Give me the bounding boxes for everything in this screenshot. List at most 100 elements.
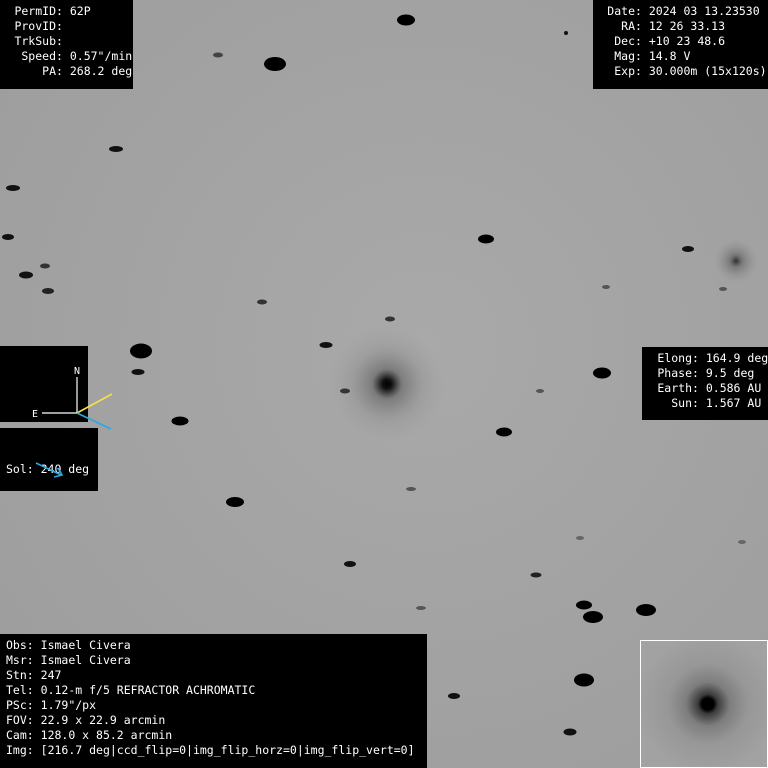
observation-panel: Obs: Ismael Civera Msr: Ismael Civera Stn:… — [0, 634, 427, 768]
star — [257, 299, 267, 305]
star — [6, 185, 20, 191]
info-value: 14.8 V — [648, 49, 691, 63]
info-separator: : — [692, 396, 706, 410]
info-key: Mag — [614, 49, 635, 63]
star — [719, 287, 727, 291]
star — [682, 246, 694, 252]
star — [319, 342, 333, 348]
info-key: Earth — [657, 381, 692, 395]
info-row: PSc: 1.79"/px — [6, 698, 421, 713]
star — [576, 536, 584, 540]
east-label: E — [32, 409, 38, 420]
star — [602, 285, 610, 289]
star — [130, 343, 152, 359]
info-row: TrkSub: — [6, 34, 127, 49]
info-key: Sun — [671, 396, 692, 410]
star — [636, 604, 656, 616]
compass-rose: N E — [32, 366, 113, 430]
compass-panel: N E — [0, 346, 113, 430]
info-value: 62P — [69, 4, 91, 18]
star — [496, 427, 512, 437]
info-key: Phase — [657, 366, 692, 380]
sol-arrow-shaft — [35, 462, 62, 476]
info-value: 1.567 AU — [705, 396, 762, 410]
star — [583, 611, 603, 623]
star — [576, 600, 592, 610]
star — [536, 389, 544, 393]
info-key: Speed — [21, 49, 56, 63]
info-value: 268.2 deg — [69, 64, 133, 78]
info-value: 30.000m (15x120s) — [648, 64, 767, 78]
info-row: Phase: 9.5 deg — [648, 366, 762, 381]
info-row: Date: 2024 03 13.23530 — [599, 4, 762, 19]
info-value: 0.586 AU — [705, 381, 762, 395]
info-key: TrkSub — [14, 34, 56, 48]
info-value: 247 — [40, 668, 62, 682]
info-key: ProvID — [14, 19, 56, 33]
info-value: 9.5 deg — [705, 366, 755, 380]
star — [397, 14, 415, 26]
info-value: 128.0 x 85.2 arcmin — [40, 728, 173, 742]
info-row: Tel: 0.12-m f/5 REFRACTOR ACHROMATIC — [6, 683, 421, 698]
info-row: Stn: 247 — [6, 668, 421, 683]
info-value: [216.7 deg|ccd_flip=0|img_flip_horz=0|im… — [40, 743, 415, 757]
star — [171, 416, 189, 426]
star — [416, 606, 426, 610]
info-separator: : — [56, 49, 70, 63]
info-key: Date — [607, 4, 635, 18]
sol-arrow — [35, 462, 64, 478]
info-key: Dec — [614, 34, 635, 48]
star — [530, 572, 542, 578]
info-separator: : — [26, 653, 41, 667]
star — [563, 728, 577, 736]
info-key: Cam — [6, 728, 27, 742]
info-separator: : — [26, 728, 41, 742]
info-separator: : — [26, 638, 41, 652]
info-value: 2024 03 13.23530 — [648, 4, 760, 18]
info-key: Exp — [614, 64, 635, 78]
info-row: Elong: 164.9 deg — [648, 351, 768, 366]
star — [226, 497, 244, 507]
motion-direction-line — [76, 393, 113, 414]
info-row: FOV: 22.9 x 22.9 arcmin — [6, 713, 421, 728]
info-row: Obs: Ismael Civera — [6, 638, 421, 653]
info-value: 1.79"/px — [40, 698, 97, 712]
star — [2, 234, 14, 240]
comet-zoom-inset — [640, 640, 768, 768]
astronomy-image: PermID: 62P ProvID: TrkSub: Speed: 0.57"/… — [0, 0, 768, 768]
info-row: RA: 12 26 33.13 — [599, 19, 762, 34]
north-label: N — [74, 366, 80, 377]
star — [131, 369, 145, 375]
star — [564, 31, 568, 35]
star — [264, 57, 286, 71]
info-value: Ismael Civera — [40, 638, 131, 652]
info-row: Mag: 14.8 V — [599, 49, 762, 64]
info-separator: : — [26, 743, 41, 757]
star — [42, 288, 54, 294]
info-separator: : — [56, 34, 70, 48]
info-key: FOV — [6, 713, 27, 727]
star — [385, 316, 395, 322]
info-key: Elong — [657, 351, 692, 365]
info-row: Img: [216.7 deg|ccd_flip=0|img_flip_horz… — [6, 743, 421, 758]
info-key: Msr — [6, 653, 27, 667]
info-value: +10 23 48.6 — [648, 34, 726, 48]
info-value: 22.9 x 22.9 arcmin — [40, 713, 166, 727]
info-separator: : — [692, 351, 706, 365]
object-info-panel: PermID: 62P ProvID: TrkSub: Speed: 0.57"/… — [0, 0, 133, 89]
info-separator: : — [26, 713, 41, 727]
galaxy — [714, 239, 758, 283]
info-row: Exp: 30.000m (15x120s) — [599, 64, 766, 79]
info-row: PermID: 62P — [6, 4, 127, 19]
info-value: 0.12-m f/5 REFRACTOR ACHROMATIC — [40, 683, 256, 697]
info-separator: : — [635, 19, 649, 33]
info-separator: : — [26, 668, 41, 682]
info-row: Cam: 128.0 x 85.2 arcmin — [6, 728, 421, 743]
star — [344, 561, 356, 567]
info-separator: : — [56, 4, 70, 18]
info-separator: : — [635, 34, 649, 48]
info-row: Msr: Ismael Civera — [6, 653, 421, 668]
info-separator: : — [26, 683, 41, 697]
info-key: PSc — [6, 698, 27, 712]
star — [109, 146, 123, 152]
